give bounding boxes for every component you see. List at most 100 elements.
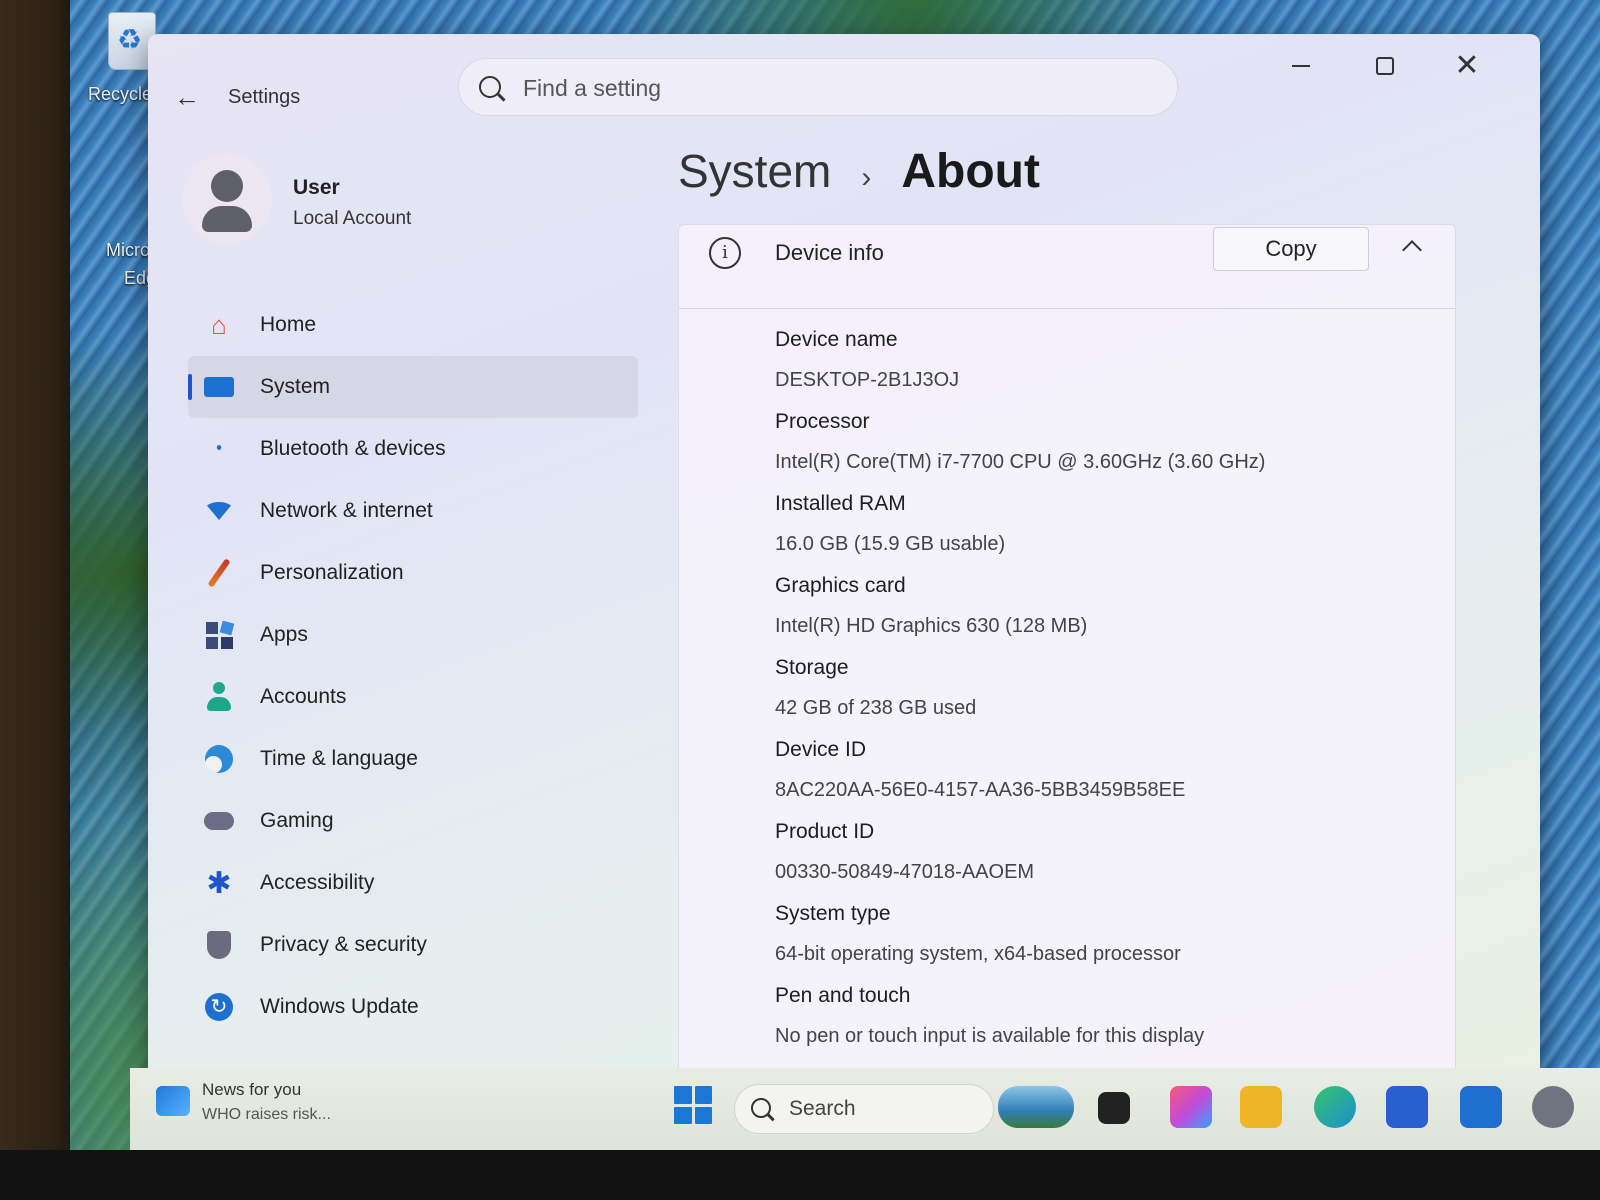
monitor-icon: [202, 370, 236, 404]
sidebar-item-label: Accessibility: [260, 871, 375, 894]
spec-list: Device name DESKTOP-2B1J3OJ Processor In…: [775, 325, 1435, 1063]
spec-value: 8AC220AA-56E0-4157-AA36-5BB3459B58EE: [775, 779, 1186, 801]
spec-product-id: Product ID 00330-50849-47018-AAOEM: [775, 817, 1435, 887]
sidebar-item-label: Network & internet: [260, 499, 433, 522]
gamepad-icon: [202, 804, 236, 838]
spec-value: Intel(R) HD Graphics 630 (128 MB): [775, 615, 1088, 637]
taskbar: News for you WHO raises risk... Search: [130, 1068, 1600, 1150]
refresh-icon: ↻: [202, 990, 236, 1024]
edge-shortcut-label[interactable]: Micro: [106, 240, 150, 261]
spec-label: Processor: [775, 410, 870, 433]
maximize-icon: [1376, 57, 1394, 75]
sidebar-item-network[interactable]: Network & internet: [188, 480, 638, 542]
sidebar-item-gaming[interactable]: Gaming: [188, 790, 638, 852]
breadcrumb-parent[interactable]: System: [678, 144, 831, 198]
sidebar-item-system[interactable]: System: [188, 356, 638, 418]
globe-clock-icon: [202, 742, 236, 776]
sidebar-item-time-language[interactable]: Time & language: [188, 728, 638, 790]
spec-value: Intel(R) Core(TM) i7-7700 CPU @ 3.60GHz …: [775, 451, 1266, 473]
device-info-card: i Device info Copy Device name DESKTOP-2…: [678, 224, 1456, 1074]
sidebar-item-bluetooth[interactable]: ᛫ Bluetooth & devices: [188, 418, 638, 480]
sidebar-item-label: Privacy & security: [260, 933, 427, 956]
spec-value: 64-bit operating system, x64-based proce…: [775, 943, 1181, 965]
sidebar-item-label: Apps: [260, 623, 308, 646]
breadcrumb: System › About: [678, 144, 1040, 199]
chevron-right-icon: ›: [861, 161, 872, 194]
shield-icon: [202, 928, 236, 962]
spec-label: System type: [775, 902, 891, 925]
info-icon: i: [709, 237, 741, 269]
store-app-icon[interactable]: [1386, 1086, 1428, 1128]
spec-label: Storage: [775, 656, 849, 679]
home-icon: ⌂: [211, 309, 227, 340]
sidebar-item-label: Accounts: [260, 685, 347, 708]
sidebar: User Local Account ⌂ Home System ᛫ Bluet…: [148, 144, 648, 1116]
taskbar-search[interactable]: Search: [734, 1084, 994, 1134]
sidebar-item-label: System: [260, 375, 331, 398]
sidebar-item-label: Personalization: [260, 561, 404, 584]
spec-value: 16.0 GB (15.9 GB usable): [775, 533, 1006, 555]
spec-label: Graphics card: [775, 574, 906, 597]
m365-app-icon[interactable]: [1170, 1086, 1212, 1128]
start-button[interactable]: [674, 1086, 712, 1124]
sidebar-item-windows-update[interactable]: ↻ Windows Update: [188, 976, 638, 1038]
avatar[interactable]: [182, 154, 272, 244]
spec-storage: Storage 42 GB of 238 GB used: [775, 653, 1435, 723]
monitor-bottom-bezel: [0, 1150, 1600, 1200]
back-button[interactable]: ←: [172, 82, 202, 112]
spec-system-type: System type 64-bit operating system, x64…: [775, 899, 1435, 969]
copy-button[interactable]: Copy: [1213, 227, 1369, 271]
sidebar-nav: ⌂ Home System ᛫ Bluetooth & devices Netw…: [188, 294, 638, 1038]
title-bar: ← Settings ✕: [148, 34, 1540, 144]
close-button[interactable]: ✕: [1442, 48, 1492, 84]
device-info-header[interactable]: i Device info Copy: [679, 225, 1455, 309]
minimize-button[interactable]: [1276, 48, 1326, 84]
card-title: Device info: [775, 240, 884, 265]
widgets-app-icon[interactable]: [998, 1086, 1074, 1128]
recycle-bin-label[interactable]: Recycle: [88, 84, 152, 105]
edge-browser-icon[interactable]: [1314, 1086, 1356, 1128]
spec-label: Device ID: [775, 738, 867, 761]
news-subtitle[interactable]: WHO raises risk...: [202, 1106, 331, 1124]
spec-value: No pen or touch input is available for t…: [775, 1025, 1205, 1047]
news-title[interactable]: News for you: [202, 1080, 301, 1100]
search-input[interactable]: [523, 69, 1143, 107]
sidebar-item-accounts[interactable]: Accounts: [188, 666, 638, 728]
spec-label: Installed RAM: [775, 492, 906, 515]
sidebar-item-accessibility[interactable]: ✱ Accessibility: [188, 852, 638, 914]
person-icon: [202, 680, 236, 714]
monitor-bezel: [0, 0, 80, 1200]
taskbar-search-label: Search: [789, 1097, 856, 1120]
spec-device-name: Device name DESKTOP-2B1J3OJ: [775, 325, 1435, 395]
chevron-up-icon[interactable]: [1395, 231, 1429, 265]
sidebar-item-personalization[interactable]: Personalization: [188, 542, 638, 604]
spec-value: 42 GB of 238 GB used: [775, 697, 977, 719]
sidebar-item-label: Windows Update: [260, 995, 419, 1018]
spec-device-id: Device ID 8AC220AA-56E0-4157-AA36-5BB345…: [775, 735, 1435, 805]
user-name: User: [293, 176, 340, 199]
spec-value: 00330-50849-47018-AAOEM: [775, 861, 1035, 883]
spec-label: Product ID: [775, 820, 875, 843]
sidebar-item-apps[interactable]: Apps: [188, 604, 638, 666]
spec-label: Device name: [775, 328, 898, 351]
settings-app-icon[interactable]: [1532, 1086, 1574, 1128]
spec-installed-ram: Installed RAM 16.0 GB (15.9 GB usable): [775, 489, 1435, 559]
sidebar-item-home[interactable]: ⌂ Home: [188, 294, 638, 356]
sidebar-item-privacy[interactable]: Privacy & security: [188, 914, 638, 976]
settings-window: ← Settings ✕ User Local Account ⌂ Home S…: [148, 34, 1540, 1116]
bluetooth-icon: ᛫: [211, 433, 227, 464]
spec-processor: Processor Intel(R) Core(TM) i7-7700 CPU …: [775, 407, 1435, 477]
outlook-app-icon[interactable]: [1460, 1086, 1502, 1128]
spec-label: Pen and touch: [775, 984, 911, 1007]
account-type: Local Account: [293, 208, 412, 229]
file-explorer-icon[interactable]: [1240, 1086, 1282, 1128]
settings-search-box[interactable]: [458, 58, 1178, 116]
search-icon: [751, 1098, 771, 1118]
sidebar-item-label: Bluetooth & devices: [260, 437, 446, 460]
news-widget-icon[interactable]: [156, 1086, 190, 1116]
maximize-button[interactable]: [1360, 48, 1410, 84]
wifi-icon: [202, 494, 236, 528]
spec-graphics-card: Graphics card Intel(R) HD Graphics 630 (…: [775, 571, 1435, 641]
sidebar-item-label: Time & language: [260, 747, 418, 770]
task-view-icon[interactable]: [1098, 1092, 1130, 1124]
